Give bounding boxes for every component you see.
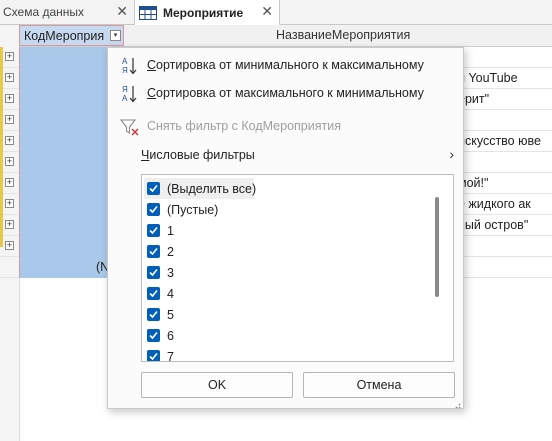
filter-option[interactable]: 5 xyxy=(147,304,174,325)
sort-descending-icon: Я А xyxy=(119,84,141,104)
filter-menu: А Я Сортировка от минимального к максима… xyxy=(107,47,464,409)
sort-ascending-item[interactable]: А Я Сортировка от минимального к максима… xyxy=(108,53,463,79)
sort-descending-label: Сортировка от максимального к минимально… xyxy=(147,86,424,100)
close-icon[interactable]: ✕ xyxy=(261,4,273,18)
filter-values-list[interactable]: (Выделить все) (Пустые) 1 2 3 4 5 6 7 xyxy=(141,174,454,362)
filter-option[interactable]: 6 xyxy=(147,325,174,346)
cancel-button[interactable]: Отмена xyxy=(303,372,455,398)
number-filters-item[interactable]: Числовые фильтры › xyxy=(108,143,463,169)
column-header-kod[interactable]: КодМероприя ▾ xyxy=(19,25,124,46)
filter-option-label: 7 xyxy=(167,349,174,362)
checkbox-checked-icon[interactable] xyxy=(147,245,160,258)
column-header-name[interactable]: НазваниеМероприятия xyxy=(276,28,410,42)
filter-option-label: 6 xyxy=(167,328,174,343)
filter-option-label: 1 xyxy=(167,223,174,238)
svg-text:Я: Я xyxy=(122,85,128,94)
filter-option[interactable]: 4 xyxy=(147,283,174,304)
expand-icon[interactable]: + xyxy=(5,73,14,82)
checkbox-checked-icon[interactable] xyxy=(147,287,160,300)
checkbox-checked-icon[interactable] xyxy=(147,329,160,342)
tab-schema-label: Схема данных xyxy=(3,5,85,19)
filter-option[interactable]: 3 xyxy=(147,262,174,283)
column-header-kod-label: КодМероприя xyxy=(24,29,105,43)
name-cell-text: и YouTube xyxy=(458,71,518,85)
name-cell-text: ный остров" xyxy=(458,218,529,232)
expand-icon[interactable]: + xyxy=(5,241,14,250)
clear-filter-label: Снять фильтр с КодМероприятия xyxy=(147,119,341,133)
tab-meropriyatie-label: Мероприятие xyxy=(163,5,244,20)
record-change-marker xyxy=(0,47,3,247)
checkbox-checked-icon[interactable] xyxy=(147,266,160,279)
expand-icon[interactable]: + xyxy=(5,178,14,187)
expand-icon[interactable]: + xyxy=(5,115,14,124)
filter-option[interactable]: 7 xyxy=(147,346,174,362)
checkbox-checked-icon[interactable] xyxy=(147,350,160,361)
checkbox-checked-icon[interactable] xyxy=(147,308,160,321)
filter-option[interactable]: (Пустые) xyxy=(147,199,218,220)
expand-icon[interactable]: + xyxy=(5,157,14,166)
tab-schema[interactable]: Схема данных ✕ xyxy=(0,0,134,24)
filter-option-label: (Пустые) xyxy=(167,202,219,217)
checkbox-checked-icon[interactable] xyxy=(147,224,160,237)
filter-option[interactable]: 1 xyxy=(147,220,174,241)
number-filters-label: Числовые фильтры xyxy=(141,148,255,162)
expand-icon[interactable]: + xyxy=(5,199,14,208)
checkbox-checked-icon[interactable] xyxy=(147,182,160,195)
filter-option[interactable]: 2 xyxy=(147,241,174,262)
filter-option-label: 5 xyxy=(167,307,174,322)
filter-option-label: 2 xyxy=(167,244,174,259)
list-scrollbar[interactable] xyxy=(435,197,439,297)
tab-meropriyatie[interactable]: Мероприятие ✕ xyxy=(134,0,280,25)
table-icon xyxy=(139,5,157,20)
sort-ascending-icon: А Я xyxy=(119,56,141,76)
filter-option-label: 3 xyxy=(167,265,174,280)
filter-option-label: 4 xyxy=(167,286,174,301)
sort-descending-item[interactable]: Я А Сортировка от максимального к минима… xyxy=(108,81,463,107)
document-tab-bar: Схема данных ✕ Мероприятие ✕ xyxy=(0,0,552,25)
name-cell-text: е жидкого ак xyxy=(458,197,531,211)
checkbox-checked-icon[interactable] xyxy=(147,203,160,216)
filter-dropdown-icon[interactable]: ▾ xyxy=(110,30,121,41)
expand-icon[interactable]: + xyxy=(5,220,14,229)
expand-icon[interactable]: + xyxy=(5,136,14,145)
filter-option[interactable]: (Выделить все) xyxy=(147,178,256,199)
svg-text:Я: Я xyxy=(122,66,128,75)
clear-filter-icon xyxy=(119,117,141,137)
name-cell-text: искусство юве xyxy=(458,134,541,148)
clear-filter-item: Снять фильтр с КодМероприятия xyxy=(108,114,463,140)
ok-button[interactable]: OK xyxy=(141,372,293,398)
close-icon[interactable]: ✕ xyxy=(116,4,128,18)
svg-text:А: А xyxy=(122,94,128,103)
sort-ascending-label: Сортировка от минимального к максимально… xyxy=(147,58,424,72)
resize-grip-icon[interactable] xyxy=(453,398,461,409)
expand-icon[interactable]: + xyxy=(5,52,14,61)
expand-icon[interactable]: + xyxy=(5,94,14,103)
filter-option-label: (Выделить все) xyxy=(167,181,257,196)
svg-text:А: А xyxy=(122,57,128,66)
chevron-right-icon: › xyxy=(449,146,454,162)
